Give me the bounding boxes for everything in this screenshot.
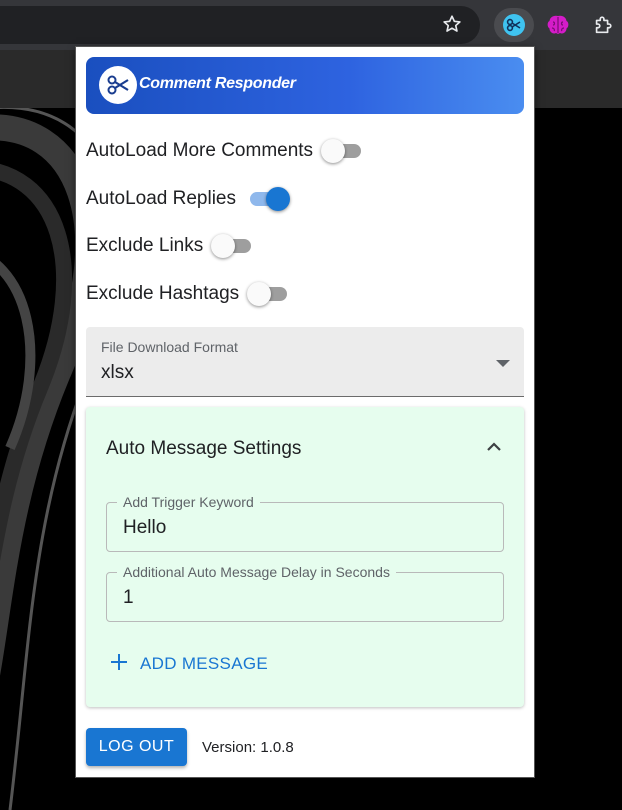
toggle-label: AutoLoad More Comments bbox=[86, 140, 314, 161]
browser-toolbar bbox=[0, 0, 622, 50]
logout-button[interactable]: LOG OUT bbox=[86, 728, 187, 766]
autoload-comments-toggle[interactable] bbox=[321, 138, 367, 164]
field-label: Add Trigger Keyword bbox=[117, 494, 260, 510]
field-value[interactable]: Hello bbox=[123, 517, 166, 539]
toggle-row-autoload-comments: AutoLoad More Comments bbox=[86, 136, 367, 166]
select-value: xlsx bbox=[101, 362, 134, 383]
add-message-button[interactable]: ADD MESSAGE bbox=[110, 651, 268, 677]
toggle-row-autoload-replies: AutoLoad Replies bbox=[86, 184, 290, 214]
popup-header: Comment Responder bbox=[86, 57, 524, 114]
toggle-row-exclude-hashtags: Exclude Hashtags bbox=[86, 279, 293, 309]
brain-extension-icon[interactable] bbox=[545, 12, 571, 38]
chevron-up-icon[interactable] bbox=[486, 439, 502, 457]
switch-thumb bbox=[266, 187, 290, 211]
auto-message-settings-header[interactable]: Auto Message Settings bbox=[86, 407, 524, 489]
field-value[interactable]: 1 bbox=[123, 587, 134, 609]
toggle-label: Exclude Links bbox=[86, 235, 204, 256]
exclude-hashtags-toggle[interactable] bbox=[247, 281, 293, 307]
exclude-links-toggle[interactable] bbox=[211, 233, 257, 259]
bookmark-star-icon[interactable] bbox=[440, 12, 464, 36]
comment-responder-logo-icon bbox=[99, 66, 137, 104]
switch-thumb bbox=[321, 139, 346, 163]
add-message-label: ADD MESSAGE bbox=[140, 654, 268, 673]
app-title: Comment Responder bbox=[139, 75, 296, 92]
autoload-replies-toggle[interactable] bbox=[244, 186, 290, 212]
field-label: Additional Auto Message Delay in Seconds bbox=[117, 564, 396, 580]
file-format-select[interactable]: File Download Format xlsx bbox=[86, 327, 524, 397]
accordion-title: Auto Message Settings bbox=[106, 438, 302, 459]
extensions-puzzle-icon[interactable] bbox=[590, 12, 616, 38]
toggle-label: AutoLoad Replies bbox=[86, 188, 236, 209]
plus-icon bbox=[110, 653, 128, 676]
trigger-keyword-field[interactable]: Add Trigger Keyword Hello bbox=[106, 494, 504, 552]
switch-thumb bbox=[247, 282, 272, 306]
message-delay-field[interactable]: Additional Auto Message Delay in Seconds… bbox=[106, 564, 504, 622]
toggle-label: Exclude Hashtags bbox=[86, 283, 240, 304]
version-text: Version: 1.0.8 bbox=[202, 739, 294, 756]
toggle-row-exclude-links: Exclude Links bbox=[86, 231, 257, 261]
address-bar[interactable] bbox=[0, 6, 480, 44]
comment-responder-extension-button[interactable] bbox=[494, 8, 534, 42]
dropdown-arrow-icon bbox=[496, 355, 510, 373]
auto-message-settings-panel: Auto Message Settings Add Trigger Keywor… bbox=[86, 407, 524, 707]
switch-thumb bbox=[211, 234, 236, 258]
scissors-icon bbox=[503, 14, 525, 36]
select-label: File Download Format bbox=[101, 339, 238, 355]
extension-popup: Comment Responder AutoLoad More Comments… bbox=[76, 47, 534, 777]
